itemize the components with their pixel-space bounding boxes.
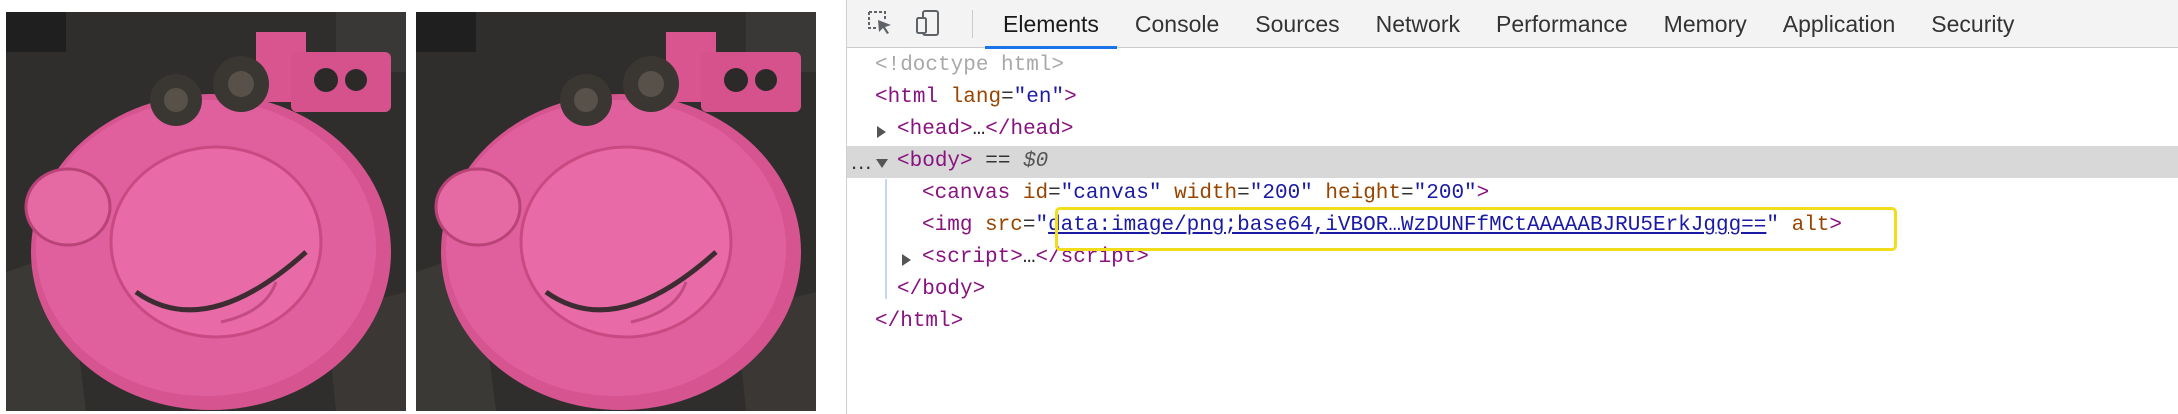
tab-application[interactable]: Application bbox=[1765, 0, 1914, 48]
tab-network[interactable]: Network bbox=[1358, 0, 1478, 48]
img-element-image bbox=[416, 12, 816, 411]
more-options-dots[interactable]: ... bbox=[851, 146, 872, 178]
html-tag: html bbox=[887, 86, 939, 109]
html-close-tag: /html bbox=[887, 310, 951, 333]
expand-triangle-icon[interactable] bbox=[877, 126, 886, 138]
dom-node-body-selected[interactable]: ... <body> == $0 bbox=[847, 146, 2178, 178]
tab-performance[interactable]: Performance bbox=[1478, 0, 1646, 48]
collapsed-ellipsis: … bbox=[1022, 246, 1036, 269]
body-close-tag: /body bbox=[909, 278, 973, 301]
img-tag: img bbox=[934, 214, 973, 237]
canvas-tag: canvas bbox=[934, 182, 1011, 205]
tab-security[interactable]: Security bbox=[1913, 0, 2032, 48]
dom-node-head[interactable]: <head>…</head> bbox=[847, 114, 2178, 146]
collapsed-ellipsis: … bbox=[972, 118, 986, 141]
attr-value: canvas bbox=[1073, 182, 1149, 205]
expand-triangle-icon[interactable] bbox=[902, 254, 911, 266]
canvas-image bbox=[6, 12, 406, 411]
collapse-triangle-icon[interactable] bbox=[876, 159, 888, 168]
nesting-guide-line bbox=[885, 179, 887, 299]
tab-memory[interactable]: Memory bbox=[1646, 0, 1765, 48]
script-close-tag: /script bbox=[1048, 246, 1137, 269]
attr-value: 200 bbox=[1426, 182, 1465, 205]
dom-node-body-close[interactable]: </body> bbox=[847, 274, 2178, 306]
attr-name: id bbox=[1022, 182, 1049, 205]
panel-tabs: Elements Console Sources Network Perform… bbox=[985, 0, 2032, 49]
head-close-tag: /head bbox=[997, 118, 1061, 141]
dom-node-doctype[interactable]: <!doctype html> bbox=[847, 50, 2178, 82]
img-src-link[interactable]: data:image/png;base64,iVBOR…WzDUNFfMCtAA… bbox=[1048, 214, 1766, 237]
dom-node-canvas[interactable]: <canvas id="canvas" width="200" height="… bbox=[847, 178, 2178, 210]
dom-tree: <!doctype html> <html lang="en"> <head>…… bbox=[847, 50, 2178, 338]
dom-node-html[interactable]: <html lang="en"> bbox=[847, 82, 2178, 114]
dom-node-script[interactable]: <script>…</script> bbox=[847, 242, 2178, 274]
devtools-panel: Elements Console Sources Network Perform… bbox=[847, 0, 2178, 414]
devtools-toolbar: Elements Console Sources Network Perform… bbox=[847, 0, 2178, 49]
toolbar-separator bbox=[972, 10, 973, 38]
attr-name: src bbox=[985, 214, 1023, 237]
dom-node-html-close[interactable]: </html> bbox=[847, 306, 2178, 338]
attr-value: en bbox=[1026, 86, 1052, 109]
console-ref: $0 bbox=[1023, 150, 1049, 173]
body-tag: body bbox=[909, 150, 961, 173]
attr-name: width bbox=[1174, 182, 1238, 205]
head-tag: head bbox=[909, 118, 961, 141]
doctype-text: <!doctype html> bbox=[875, 54, 1065, 77]
attr-name: alt bbox=[1791, 214, 1830, 237]
attr-name: lang bbox=[950, 86, 1002, 109]
device-toolbar-icon[interactable] bbox=[913, 8, 943, 38]
pink-pump-housing-photo bbox=[416, 12, 816, 411]
tab-console[interactable]: Console bbox=[1117, 0, 1237, 48]
tab-elements[interactable]: Elements bbox=[985, 0, 1117, 49]
attr-value: 200 bbox=[1262, 182, 1301, 205]
page-viewport bbox=[0, 0, 846, 414]
inspect-element-icon[interactable] bbox=[865, 8, 895, 38]
attr-name: height bbox=[1325, 182, 1402, 205]
selected-marker: == bbox=[985, 150, 1011, 173]
tab-sources[interactable]: Sources bbox=[1237, 0, 1357, 48]
script-tag: script bbox=[934, 246, 1011, 269]
dom-node-img[interactable]: <img src="data:image/png;base64,iVBOR…Wz… bbox=[847, 210, 2178, 242]
pink-pump-housing-photo bbox=[6, 12, 406, 411]
